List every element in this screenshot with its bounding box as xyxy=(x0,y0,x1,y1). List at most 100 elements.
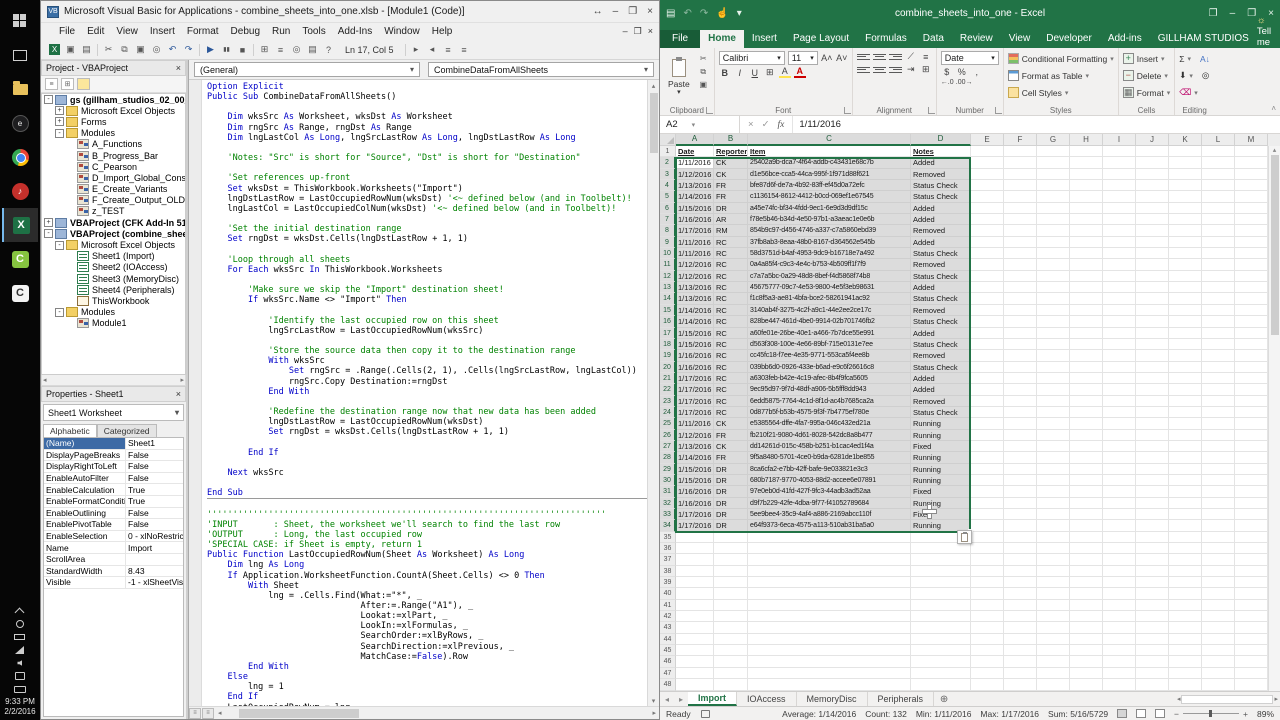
col-header-K[interactable]: K xyxy=(1169,134,1202,146)
property-value[interactable]: True xyxy=(126,485,183,495)
tree-item[interactable]: -Microsoft Excel Objects xyxy=(42,239,185,250)
cell-C40[interactable] xyxy=(748,588,911,599)
cell-J19[interactable] xyxy=(1136,350,1169,361)
code-line[interactable] xyxy=(207,336,647,346)
cell-L3[interactable] xyxy=(1202,169,1235,180)
tree-item[interactable]: A_Functions xyxy=(42,139,185,150)
cell-F48[interactable] xyxy=(1004,679,1037,690)
chrome-button[interactable] xyxy=(2,140,38,174)
page-break-view-button[interactable] xyxy=(1155,709,1165,718)
cell-C7[interactable]: f78e5b46-b34d-4e50-97b1-a3aeac1e0e6b xyxy=(748,214,911,225)
fill-color-button[interactable]: A xyxy=(779,67,791,78)
cell-F27[interactable] xyxy=(1004,441,1037,452)
cell-H6[interactable] xyxy=(1070,203,1103,214)
tree-item[interactable]: E_Create_Variants xyxy=(42,184,185,195)
cell-K28[interactable] xyxy=(1169,452,1202,463)
row-header-33[interactable]: 33 xyxy=(660,509,676,520)
cell-F12[interactable] xyxy=(1004,271,1037,282)
code-line[interactable]: Set rngDst = wksDst.Cells(lngDstLastRow … xyxy=(207,234,647,244)
tab-categorized[interactable]: Categorized xyxy=(97,424,157,437)
cell-C44[interactable] xyxy=(748,634,911,645)
cell-H24[interactable] xyxy=(1070,407,1103,418)
cell-H15[interactable] xyxy=(1070,305,1103,316)
cell-K33[interactable] xyxy=(1169,509,1202,520)
excel-maximize-button[interactable]: ❐ xyxy=(1247,8,1256,19)
cell-H42[interactable] xyxy=(1070,611,1103,622)
cell-G14[interactable] xyxy=(1037,293,1070,304)
cell-J6[interactable] xyxy=(1136,203,1169,214)
cell-L31[interactable] xyxy=(1202,486,1235,497)
cell-A18[interactable]: 1/15/2016 xyxy=(676,339,714,350)
cell-I25[interactable] xyxy=(1103,418,1136,429)
ribbon-display-button[interactable]: ❐ xyxy=(1209,8,1218,19)
cell-G19[interactable] xyxy=(1037,350,1070,361)
cell-E18[interactable] xyxy=(971,339,1004,350)
cell-I7[interactable] xyxy=(1103,214,1136,225)
cell-K4[interactable] xyxy=(1169,180,1202,191)
cell-J20[interactable] xyxy=(1136,362,1169,373)
cell-B17[interactable]: RC xyxy=(714,328,748,339)
cell-M36[interactable] xyxy=(1235,543,1268,554)
cell-F8[interactable] xyxy=(1004,225,1037,236)
cell-K29[interactable] xyxy=(1169,464,1202,475)
cell-E25[interactable] xyxy=(971,418,1004,429)
row-header-37[interactable]: 37 xyxy=(660,554,676,565)
cell-C37[interactable] xyxy=(748,554,911,565)
cell-H11[interactable] xyxy=(1070,259,1103,270)
sheet-tab-ioaccess[interactable]: IOAccess xyxy=(737,692,797,706)
cell-F18[interactable] xyxy=(1004,339,1037,350)
code-line[interactable]: MatchCase:=False).Row xyxy=(207,652,647,662)
cell-E42[interactable] xyxy=(971,611,1004,622)
cell-F41[interactable] xyxy=(1004,600,1037,611)
cell-G35[interactable] xyxy=(1037,532,1070,543)
cell-H27[interactable] xyxy=(1070,441,1103,452)
view-object-button[interactable]: ⊞ xyxy=(61,78,74,90)
clear-button[interactable]: ⌫▾ xyxy=(1179,85,1210,100)
cell-I14[interactable] xyxy=(1103,293,1136,304)
cell-A37[interactable] xyxy=(676,554,714,565)
cell-C5[interactable]: c1136154-8612-4412-b0cd-069ef1e67545 xyxy=(748,191,911,202)
menu-item-format[interactable]: Format xyxy=(181,25,225,38)
cell-A24[interactable]: 1/17/2016 xyxy=(676,407,714,418)
cell-I44[interactable] xyxy=(1103,634,1136,645)
code-line[interactable]: Public Sub CombineDataFromAllSheets() xyxy=(207,92,647,102)
cell-M44[interactable] xyxy=(1235,634,1268,645)
align-right-button[interactable] xyxy=(889,65,902,75)
cell-I35[interactable] xyxy=(1103,532,1136,543)
cut-button[interactable]: ✂ xyxy=(101,42,116,57)
cell-D31[interactable]: Fixed xyxy=(911,486,971,497)
cell-L48[interactable] xyxy=(1202,679,1235,690)
row-header-12[interactable]: 12 xyxy=(660,271,676,282)
cell-K42[interactable] xyxy=(1169,611,1202,622)
cell-M13[interactable] xyxy=(1235,282,1268,293)
cell-H29[interactable] xyxy=(1070,464,1103,475)
cell-L36[interactable] xyxy=(1202,543,1235,554)
code-line[interactable]: Dim lng As Long xyxy=(207,560,647,570)
cell-E13[interactable] xyxy=(971,282,1004,293)
cell-D32[interactable]: Running xyxy=(911,498,971,509)
cell-J12[interactable] xyxy=(1136,271,1169,282)
cell-C25[interactable]: e5385564-dffe-4fa7-995a-046c432ed21a xyxy=(748,418,911,429)
tree-item[interactable]: ThisWorkbook xyxy=(42,295,185,306)
cell-B24[interactable]: RC xyxy=(714,407,748,418)
cell-C16[interactable]: 828be447-461d-4be0-9914-02b701746fb2 xyxy=(748,316,911,327)
cell-F29[interactable] xyxy=(1004,464,1037,475)
code-line[interactable]: lng = .Cells.Find(What:="*", _ xyxy=(207,591,647,601)
cell-C33[interactable]: 5ee9bee4-35c9-4af4-a886-2169abcc110f xyxy=(748,509,911,520)
cell-styles-button[interactable]: Cell Styles▾ xyxy=(1008,85,1114,100)
cell-I47[interactable] xyxy=(1103,668,1136,679)
code-line[interactable]: If wksSrc.Name <> "Import" Then xyxy=(207,295,647,305)
cell-K9[interactable] xyxy=(1169,237,1202,248)
cell-D22[interactable]: Added xyxy=(911,384,971,395)
row-header-19[interactable]: 19 xyxy=(660,350,676,361)
cell-K31[interactable] xyxy=(1169,486,1202,497)
cell-K36[interactable] xyxy=(1169,543,1202,554)
cell-D33[interactable]: Fixed xyxy=(911,509,971,520)
row-header-4[interactable]: 4 xyxy=(660,180,676,191)
cell-C41[interactable] xyxy=(748,600,911,611)
cell-H21[interactable] xyxy=(1070,373,1103,384)
cell-K22[interactable] xyxy=(1169,384,1202,395)
cell-D21[interactable]: Added xyxy=(911,373,971,384)
font-name-combo[interactable]: Calibri▾ xyxy=(719,51,785,65)
cell-L13[interactable] xyxy=(1202,282,1235,293)
